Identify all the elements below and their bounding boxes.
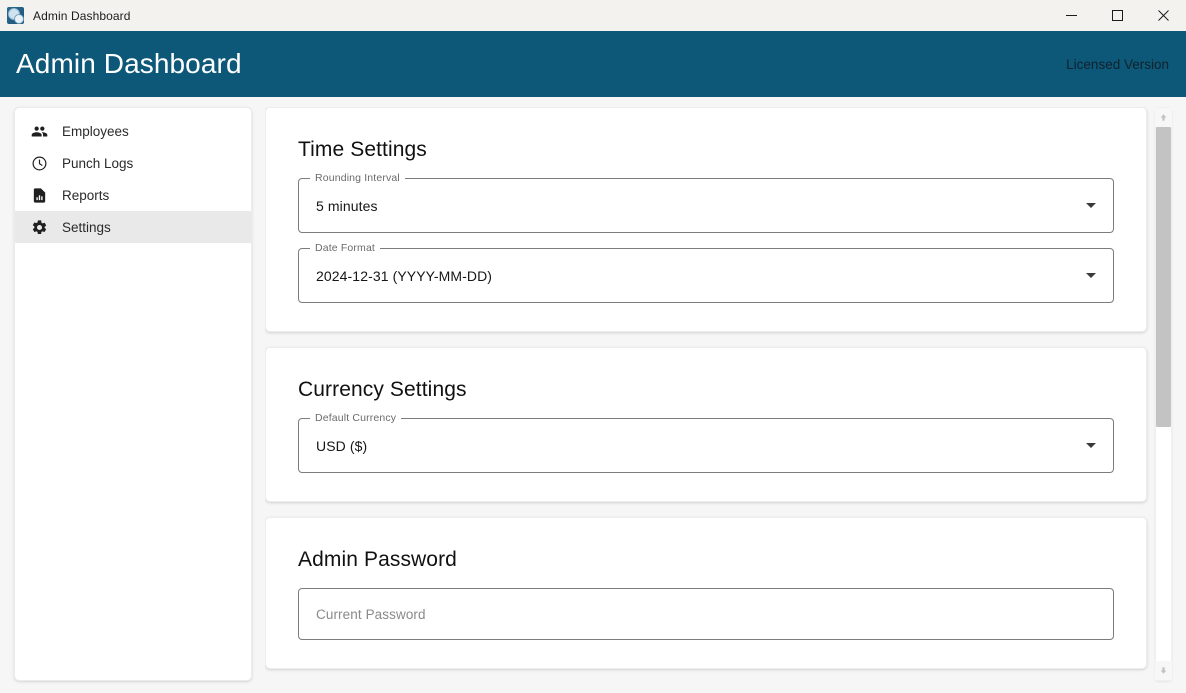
maximize-button[interactable] bbox=[1094, 0, 1140, 31]
app-clock-icon bbox=[7, 7, 24, 24]
current-password-placeholder: Current Password bbox=[316, 607, 426, 622]
sidebar-item-label: Reports bbox=[62, 188, 109, 203]
sidebar-item-label: Punch Logs bbox=[62, 156, 133, 171]
rounding-interval-select[interactable]: Rounding Interval 5 minutes bbox=[298, 178, 1114, 233]
content-scrollbar[interactable] bbox=[1155, 107, 1172, 681]
people-icon bbox=[31, 123, 48, 140]
card-time-settings: Time Settings Rounding Interval 5 minute… bbox=[265, 107, 1147, 332]
scroll-down-arrow-icon bbox=[1159, 666, 1168, 675]
title-bar-left: Admin Dashboard bbox=[0, 7, 131, 24]
content-wrap: Time Settings Rounding Interval 5 minute… bbox=[265, 107, 1186, 681]
sidebar-item-reports[interactable]: Reports bbox=[15, 179, 251, 211]
chevron-down-icon bbox=[1086, 443, 1096, 448]
minimize-icon bbox=[1066, 10, 1077, 21]
sidebar-item-settings[interactable]: Settings bbox=[15, 211, 251, 243]
sidebar-item-label: Employees bbox=[62, 124, 129, 139]
scrollbar-track[interactable] bbox=[1155, 127, 1172, 661]
window-title: Admin Dashboard bbox=[33, 9, 131, 23]
field-current-password: Current Password bbox=[298, 588, 1114, 640]
license-status-label: Licensed Version bbox=[1066, 57, 1171, 72]
field-rounding-interval: Rounding Interval 5 minutes bbox=[298, 178, 1114, 233]
current-password-input[interactable]: Current Password bbox=[298, 588, 1114, 640]
rounding-interval-label: Rounding Interval bbox=[310, 172, 405, 184]
default-currency-label: Default Currency bbox=[310, 412, 401, 424]
sidebar: Employees Punch Logs bbox=[14, 107, 252, 681]
scrollbar-thumb[interactable] bbox=[1156, 127, 1171, 427]
card-title: Time Settings bbox=[298, 138, 1114, 162]
body-area: Employees Punch Logs bbox=[0, 97, 1186, 693]
app-window: Admin Dashboard Admin Dashboard Licens bbox=[0, 0, 1186, 693]
window-controls bbox=[1048, 0, 1186, 31]
date-format-label: Date Format bbox=[310, 242, 380, 254]
settings-content: Time Settings Rounding Interval 5 minute… bbox=[265, 107, 1155, 681]
clock-icon bbox=[31, 155, 48, 172]
card-title: Admin Password bbox=[298, 548, 1114, 572]
default-currency-select[interactable]: Default Currency USD ($) bbox=[298, 418, 1114, 473]
gear-icon bbox=[31, 219, 48, 236]
field-default-currency: Default Currency USD ($) bbox=[298, 418, 1114, 473]
scroll-up-button[interactable] bbox=[1155, 108, 1172, 127]
default-currency-value: USD ($) bbox=[316, 438, 1086, 454]
rounding-interval-value: 5 minutes bbox=[316, 198, 1086, 214]
chevron-down-icon bbox=[1086, 203, 1096, 208]
close-icon bbox=[1158, 10, 1169, 21]
minimize-button[interactable] bbox=[1048, 0, 1094, 31]
card-currency-settings: Currency Settings Default Currency USD (… bbox=[265, 347, 1147, 502]
field-date-format: Date Format 2024-12-31 (YYYY-MM-DD) bbox=[298, 248, 1114, 303]
page-title: Admin Dashboard bbox=[16, 48, 242, 80]
scroll-up-arrow-icon bbox=[1159, 113, 1168, 122]
card-title: Currency Settings bbox=[298, 378, 1114, 402]
scroll-down-button[interactable] bbox=[1155, 661, 1172, 680]
chevron-down-icon bbox=[1086, 273, 1096, 278]
date-format-select[interactable]: Date Format 2024-12-31 (YYYY-MM-DD) bbox=[298, 248, 1114, 303]
close-button[interactable] bbox=[1140, 0, 1186, 31]
title-bar: Admin Dashboard bbox=[0, 0, 1186, 31]
sidebar-item-label: Settings bbox=[62, 220, 111, 235]
date-format-value: 2024-12-31 (YYYY-MM-DD) bbox=[316, 268, 1086, 284]
sidebar-item-punch-logs[interactable]: Punch Logs bbox=[15, 147, 251, 179]
maximize-icon bbox=[1112, 10, 1123, 21]
app-header: Admin Dashboard Licensed Version bbox=[0, 31, 1186, 97]
card-admin-password: Admin Password Current Password bbox=[265, 517, 1147, 669]
sidebar-item-employees[interactable]: Employees bbox=[15, 115, 251, 147]
report-chart-icon bbox=[31, 187, 48, 204]
